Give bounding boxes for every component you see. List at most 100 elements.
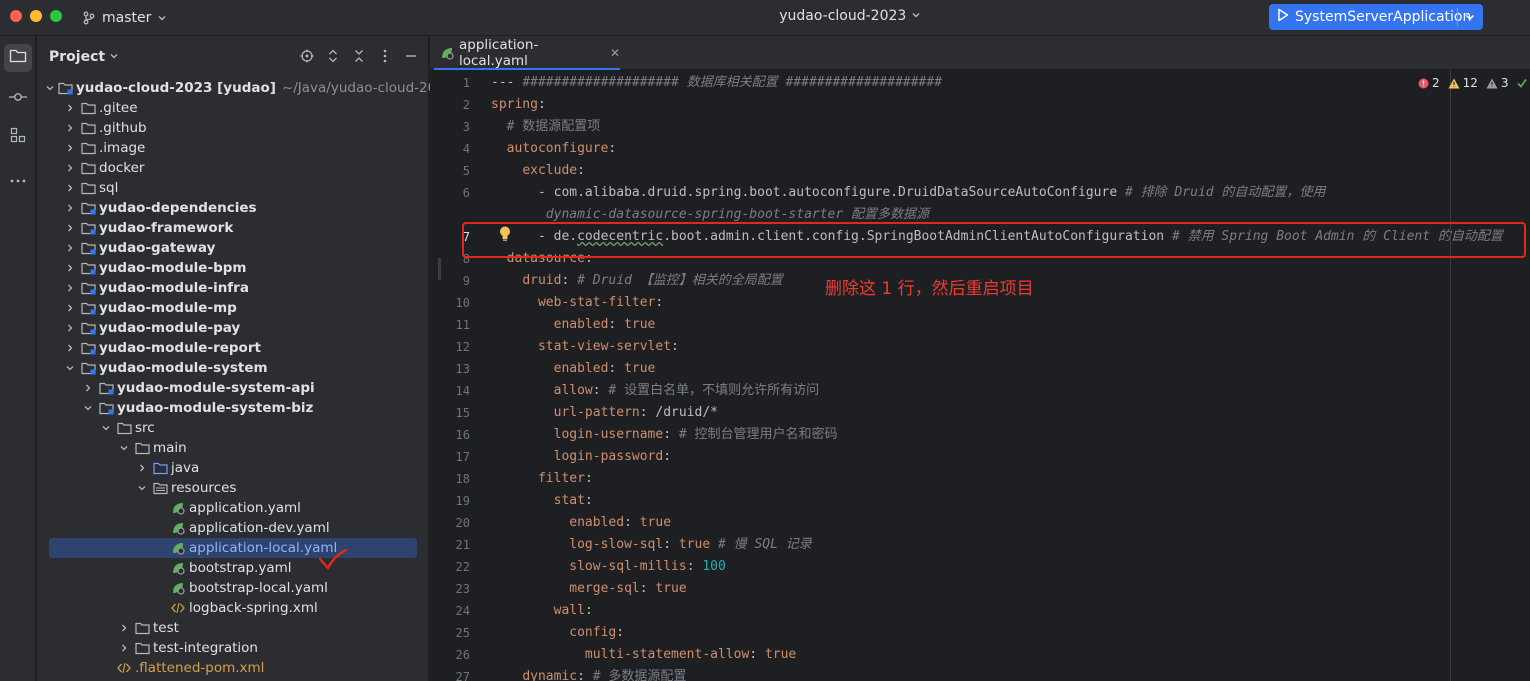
- chevron-down-icon[interactable]: [45, 81, 55, 95]
- chevron-right-icon[interactable]: [117, 641, 131, 655]
- options-icon[interactable]: [377, 48, 393, 64]
- hide-panel-icon[interactable]: [403, 48, 419, 64]
- folder-icon: [134, 620, 150, 636]
- tree-item[interactable]: test: [37, 618, 429, 638]
- highlight-box: [462, 222, 1526, 258]
- chevron-down-icon[interactable]: [99, 421, 113, 435]
- tree-item[interactable]: .github: [37, 118, 429, 138]
- chevron-right-icon[interactable]: [63, 241, 77, 255]
- module-icon: [80, 240, 96, 256]
- tree-item[interactable]: main: [37, 438, 429, 458]
- inspection-widget[interactable]: 2 12 3: [1418, 76, 1527, 90]
- editor-tab-bar: application-local.yaml ✕: [430, 36, 1530, 70]
- folder-icon: [9, 48, 27, 68]
- commit-tool-button[interactable]: [4, 83, 32, 111]
- chevron-right-icon[interactable]: [63, 261, 77, 275]
- close-icon[interactable]: ✕: [610, 46, 620, 60]
- code-line: stat-view-servlet:: [491, 336, 679, 358]
- chevron-right-icon[interactable]: [63, 101, 77, 115]
- code-token: autoconfigure: [506, 141, 609, 156]
- tree-item[interactable]: application-dev.yaml: [37, 518, 429, 538]
- chevron-right-icon[interactable]: [135, 461, 149, 475]
- chevron-down-icon[interactable]: [135, 481, 149, 495]
- lightbulb-icon[interactable]: [498, 225, 512, 247]
- error-count: 2: [1418, 76, 1440, 90]
- chevron-right-icon[interactable]: [63, 161, 77, 175]
- run-configuration-button[interactable]: SystemServerApplication: [1269, 4, 1483, 30]
- tree-item[interactable]: yudao-module-infra: [37, 278, 429, 298]
- tree-item[interactable]: test-integration: [37, 638, 429, 658]
- more-tools-button[interactable]: [4, 163, 32, 191]
- chevron-down-icon[interactable]: [63, 361, 77, 375]
- chevron-right-icon[interactable]: [117, 621, 131, 635]
- annotation-text: 删除这 1 行，然后重启项目: [825, 279, 1034, 299]
- project-panel-header: Project: [37, 36, 429, 76]
- tree-item[interactable]: yudao-gateway: [37, 238, 429, 258]
- tree-item[interactable]: java: [37, 458, 429, 478]
- line-number: 6: [462, 186, 470, 200]
- tree-item-label: yudao-module-system-api: [117, 380, 315, 396]
- divider: [1457, 8, 1458, 26]
- chevron-right-icon[interactable]: [63, 321, 77, 335]
- code-line: slow-sql-millis: 100: [491, 556, 726, 578]
- structure-tool-button[interactable]: [4, 123, 32, 151]
- chevron-down-icon[interactable]: [81, 401, 95, 415]
- tree-item[interactable]: .gitee: [37, 98, 429, 118]
- source-folder-icon: [152, 460, 168, 476]
- expand-all-icon[interactable]: [325, 48, 341, 64]
- chevron-right-icon[interactable]: [63, 181, 77, 195]
- project-tool-button[interactable]: [4, 44, 32, 72]
- code-line: login-password:: [491, 446, 671, 468]
- code-line: login-username: # 控制台管理用户名和密码: [491, 424, 838, 446]
- code-line: multi-statement-allow: true: [491, 644, 796, 666]
- locate-icon[interactable]: [299, 48, 315, 64]
- tree-item[interactable]: sql: [37, 178, 429, 198]
- code-token: :: [663, 537, 679, 552]
- folder-icon: [80, 160, 96, 176]
- chevron-right-icon[interactable]: [63, 281, 77, 295]
- code-token: login-username: [553, 427, 664, 442]
- collapse-all-icon[interactable]: [351, 48, 367, 64]
- code-content[interactable]: --- #################### 数据库相关配置 #######…: [491, 70, 1511, 681]
- chevron-down-icon[interactable]: [1464, 11, 1476, 27]
- chevron-right-icon[interactable]: [63, 221, 77, 235]
- chevron-right-icon[interactable]: [63, 341, 77, 355]
- chevron-down-icon[interactable]: [117, 441, 131, 455]
- chevron-right-icon[interactable]: [63, 141, 77, 155]
- tree-item[interactable]: yudao-module-bpm: [37, 258, 429, 278]
- tree-item[interactable]: resources: [37, 478, 429, 498]
- code-token: log-slow-sql: [569, 537, 664, 552]
- editor-tab-application-local[interactable]: application-local.yaml ✕: [430, 36, 620, 70]
- tree-item[interactable]: application-local.yaml: [49, 538, 417, 558]
- tree-item[interactable]: logback-spring.xml: [37, 598, 429, 618]
- tree-item[interactable]: yudao-framework: [37, 218, 429, 238]
- tree-item[interactable]: yudao-module-mp: [37, 298, 429, 318]
- tree-item[interactable]: .flattened-pom.xml: [37, 658, 429, 678]
- tree-item[interactable]: yudao-module-system-api: [37, 378, 429, 398]
- tree-item[interactable]: yudao-module-report: [37, 338, 429, 358]
- chevron-right-icon[interactable]: [63, 121, 77, 135]
- code-token: stat: [553, 493, 585, 508]
- tree-item[interactable]: .image: [37, 138, 429, 158]
- chevron-right-icon[interactable]: [81, 381, 95, 395]
- chevron-right-icon[interactable]: [63, 201, 77, 215]
- tree-item[interactable]: yudao-module-pay: [37, 318, 429, 338]
- tree-item[interactable]: bootstrap-local.yaml: [37, 578, 429, 598]
- tree-item[interactable]: docker: [37, 158, 429, 178]
- tree-item[interactable]: application.yaml: [37, 498, 429, 518]
- tree-item[interactable]: yudao-module-system-biz: [37, 398, 429, 418]
- chevron-right-icon[interactable]: [63, 301, 77, 315]
- resources-folder-icon: [152, 480, 168, 496]
- code-token: enabled: [553, 317, 609, 332]
- tree-item[interactable]: yudao-cloud-2023 [yudao] ~/Java/yudao-clo…: [37, 78, 453, 98]
- project-view-selector[interactable]: Project: [49, 49, 119, 65]
- tree-item[interactable]: bootstrap.yaml: [37, 558, 429, 578]
- tree-item[interactable]: yudao-dependencies: [37, 198, 429, 218]
- code-token: true: [624, 317, 656, 332]
- tree-item[interactable]: yudao-module-system: [37, 358, 429, 378]
- tree-item[interactable]: src: [37, 418, 429, 438]
- line-number: 20: [455, 516, 470, 530]
